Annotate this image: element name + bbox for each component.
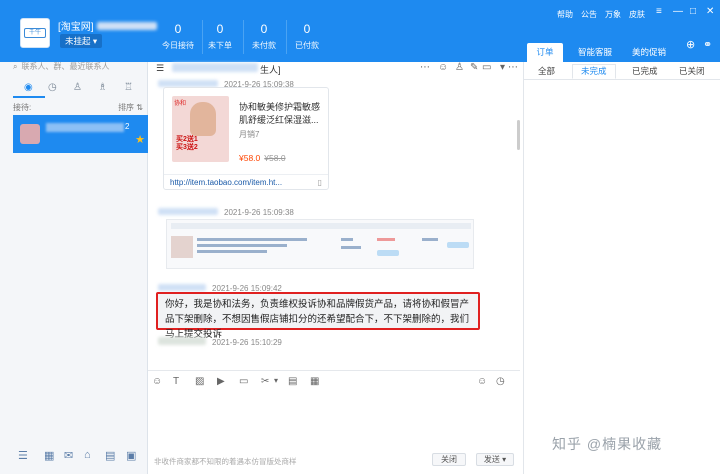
message-sender: 2021-9-26 15:09:38 — [158, 208, 294, 217]
tab-complete[interactable]: 已完成 — [632, 65, 658, 80]
user-icon[interactable]: ♙ — [455, 62, 464, 73]
store-icon[interactable]: ⌂ — [84, 449, 91, 461]
stat-paid[interactable]: 0 已付款 — [285, 22, 329, 51]
folder-icon[interactable]: ▭ — [239, 376, 248, 387]
shop-icon[interactable]: ▣ — [126, 449, 136, 462]
tab-incomplete[interactable]: 未完成 — [572, 64, 616, 79]
message-bubble: 你好，我是协和法务，负责维权投诉协和品牌假货产品，请将协和假冒产品下架删除，不想… — [156, 292, 480, 340]
menu-icon[interactable]: ☰ — [18, 449, 28, 462]
add-icon[interactable]: ⊕ — [686, 38, 695, 51]
document-icon: ▯ — [317, 178, 322, 187]
product-price: ¥58.0 ¥58.0 — [239, 153, 286, 163]
notice-link[interactable]: 公告 — [581, 10, 597, 19]
top-links: 帮助 公告 万象 皮肤 — [557, 9, 653, 20]
chevron-down-icon[interactable]: ▾ — [274, 376, 278, 385]
order-panel: 全部 未完成 已完成 已关闭 — [523, 62, 720, 474]
chat-icon[interactable]: ☺ — [477, 376, 487, 387]
message-sender: 2021-9-26 15:10:29 — [158, 337, 282, 347]
minimize-icon[interactable]: — — [673, 6, 683, 17]
input-toolbar: ☺ T ▨ ▶ ▭ ✂ ▾ ▤ ▦ ☺ ◷ — [148, 370, 520, 392]
tab-closed[interactable]: 已关闭 — [679, 65, 705, 80]
left-bottom-bar: ☰ ▦ ✉ ⌂ ▤ ▣ — [0, 449, 148, 465]
tab-promotion[interactable]: 美的促销 — [627, 43, 671, 62]
history-icon[interactable]: ◷ — [48, 82, 57, 93]
mail-icon[interactable]: ✉ — [64, 449, 73, 462]
emoji-icon[interactable]: ☺ — [438, 62, 448, 73]
contact-item[interactable]: 2 ★ — [13, 115, 148, 153]
input-bottom-bar: 非收件商家都不知限的着遇本仿冒版处商样 关闭 发送 ▾ — [148, 450, 520, 470]
order-screenshot[interactable] — [166, 219, 474, 269]
calendar-icon[interactable]: ▦ — [44, 449, 54, 462]
maximize-icon[interactable]: □ — [690, 6, 696, 17]
contact-name-redacted — [46, 123, 124, 132]
send-button[interactable]: 发送 ▾ — [476, 453, 514, 466]
chat-scrollbar[interactable] — [517, 120, 520, 150]
font-icon[interactable]: T — [173, 376, 179, 387]
chat-name-redacted — [172, 63, 258, 72]
image-icon[interactable]: ▨ — [195, 376, 204, 387]
active-tab-indicator — [13, 96, 45, 98]
product-link[interactable]: http://item.taobao.com/item.ht... ▯ — [164, 174, 328, 190]
message-input[interactable] — [148, 392, 520, 450]
video-icon[interactable]: ▭ — [482, 62, 491, 73]
shop-name: [淘宝网] — [58, 18, 157, 33]
queue-header: 接待: 排序 ⇅ — [13, 102, 143, 113]
search-icon: ⌕ — [13, 62, 18, 71]
quick-reply-icon[interactable]: ▤ — [288, 376, 297, 387]
tab-all[interactable]: 全部 — [538, 65, 555, 80]
top-bar: 千牛 [淘宝网] 未挂起 ▾ 0 今日接待 0 未下单 0 未付款 0 已付款 帮助 公告… — [0, 0, 720, 62]
watermark: 知乎 @楠果收藏 — [552, 436, 663, 452]
status-button[interactable]: 未挂起 ▾ — [60, 34, 103, 48]
doc-icon[interactable]: ▤ — [105, 449, 115, 462]
product-card[interactable]: 协和 买2送1 买3送2 协和敏美修护霜敏感肌舒缓泛红保湿滋... 月销7 ¥58… — [163, 87, 329, 190]
emoji-icon[interactable]: ☺ — [152, 376, 162, 387]
chevron-down-icon[interactable]: ▾ — [500, 62, 505, 73]
contacts-icon[interactable]: ♙ — [73, 82, 82, 93]
stat-unpaid[interactable]: 0 未付款 — [242, 22, 286, 51]
skin-link[interactable]: 皮肤 — [629, 10, 645, 19]
calculator-icon[interactable]: ▦ — [310, 376, 319, 387]
avatar — [20, 124, 40, 144]
menu-icon[interactable]: ≡ — [656, 6, 662, 17]
product-title: 协和敏美修护霜敏感肌舒缓泛红保湿滋... — [239, 102, 321, 125]
team-icon[interactable]: ♖ — [124, 82, 133, 93]
sort-button[interactable]: 排序 ⇅ — [118, 102, 143, 113]
help-link[interactable]: 帮助 — [557, 10, 573, 19]
close-button[interactable]: 关闭 — [432, 453, 466, 466]
video-icon[interactable]: ▶ — [217, 376, 225, 387]
star-icon: ★ — [135, 134, 145, 146]
shop-logo: 千牛 — [20, 18, 50, 48]
search-input[interactable]: ⌕ 联系人、群、最近联系人 — [13, 60, 143, 74]
shop-name-redacted — [96, 22, 157, 30]
chat-icon[interactable]: ◉ — [24, 82, 33, 93]
contact-tabs: ◉ ◷ ♙ ♗ ♖ — [16, 82, 144, 94]
group-icon[interactable]: ♗ — [98, 82, 107, 93]
edit-icon[interactable]: ✎ — [470, 62, 478, 73]
product-image: 协和 买2送1 买3送2 — [172, 96, 229, 162]
history-icon[interactable]: ◷ — [496, 376, 505, 387]
more-icon[interactable]: ⋯ — [420, 62, 430, 73]
wanxiang-link[interactable]: 万象 — [605, 10, 621, 19]
order-tabs: 全部 未完成 已完成 已关闭 — [524, 62, 720, 80]
product-sales: 月销7 — [239, 130, 260, 139]
stat-unordered[interactable]: 0 未下单 — [198, 22, 242, 51]
tab-smart-service[interactable]: 智能客服 — [573, 43, 617, 62]
close-icon[interactable]: ✕ — [706, 6, 714, 17]
chat-menu-icon[interactable]: ☰ — [156, 63, 164, 74]
screenshot-icon[interactable]: ✂ — [261, 376, 269, 387]
tab-orders[interactable]: 订单 — [527, 43, 563, 62]
share-icon[interactable]: ⚭ — [703, 38, 712, 51]
stat-today[interactable]: 0 今日接待 — [156, 22, 200, 51]
chat-header: ☰ 生人] ⋯ ☺ ♙ ✎ ▭ ▾ ⋯ — [156, 62, 518, 75]
more-options-icon[interactable]: ⋯ — [508, 62, 518, 73]
